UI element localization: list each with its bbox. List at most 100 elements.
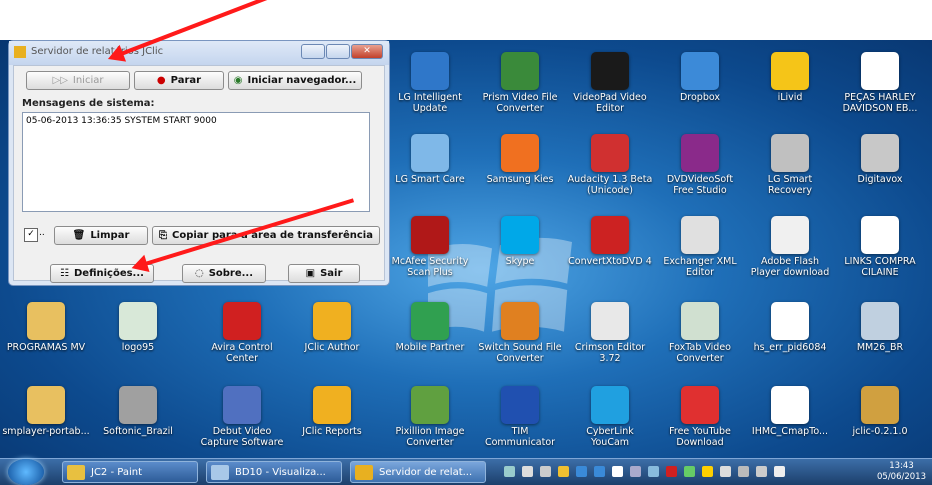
desktop-icon-label: logo95 [121,342,155,353]
tray-icon-speaker[interactable] [540,466,551,477]
desktop-icon[interactable]: Avira Control Center [196,298,288,364]
desktop-icon[interactable]: LG Smart Recovery [744,130,836,196]
app-icon [501,386,539,424]
desktop-icon[interactable]: hs_err_pid6084 [744,298,836,353]
desktop-icon[interactable]: Prism Video File Converter [474,48,566,114]
desktop-icon[interactable]: ConvertXtoDVD 4 [564,212,656,267]
exit-button[interactable]: ▣ Sair [288,264,360,283]
desktop-icon-label: ConvertXtoDVD 4 [568,256,652,267]
desktop-icon[interactable]: JClic Reports [286,382,378,437]
window-titlebar[interactable]: Servidor de relatórios JClic ✕ [9,41,389,65]
taskbar-item-jclic-server[interactable]: Servidor de relat... [350,461,486,483]
desktop-icon[interactable]: Adobe Flash Player download [744,212,836,278]
clock[interactable]: 13:43 05/06/2013 [877,461,926,483]
app-icon [223,386,261,424]
desktop-icon-label: MM26_BR [856,342,904,353]
tray-icon-lg[interactable] [648,466,659,477]
about-button[interactable]: ◌ Sobre... [182,264,266,283]
desktop-icon[interactable]: Samsung Kies [474,130,566,185]
maximize-button[interactable] [326,44,350,59]
desktop-icon[interactable]: JClic Author [286,298,378,353]
desktop-icon[interactable]: logo95 [92,298,184,353]
desktop-icon[interactable]: Softonic_Brazil [92,382,184,437]
messages-label: Mensagens de sistema: [22,98,155,109]
app-icon [681,386,719,424]
desktop-icon-label: IHMC_CmapTo... [751,426,829,437]
desktop-icon[interactable]: Mobile Partner [384,298,476,353]
desktop-icon[interactable]: VideoPad Video Editor [564,48,656,114]
desktop-icon[interactable]: DVDVideoSoft Free Studio [654,130,746,196]
desktop-icon[interactable]: Skype [474,212,566,267]
taskbar-item-paint[interactable]: JC2 - Paint [62,461,198,483]
close-button[interactable]: ✕ [351,44,383,59]
desktop-icon-label: Crimson Editor 3.72 [574,342,646,364]
desktop-icon-label: Free YouTube Download [669,426,731,448]
tray-icon-avira[interactable] [666,466,677,477]
desktop-icon[interactable]: Exchanger XML Editor [654,212,746,278]
tray-icon-flag[interactable] [720,466,731,477]
desktop-icon-label: Skype [505,256,535,267]
messages-area[interactable]: 05-06-2013 13:36:35 SYSTEM START 9000 [22,112,370,212]
tray-icon-signal[interactable] [738,466,749,477]
desktop-icon[interactable]: PEÇAS HARLEY DAVIDSON EB... [834,48,926,114]
desktop-icon[interactable]: Digitavox [834,130,926,185]
app-icon [313,302,351,340]
desktop-icon[interactable]: CyberLink YouCam [564,382,656,448]
message-line: 05-06-2013 13:36:35 SYSTEM START 9000 [26,116,217,126]
app-icon [411,216,449,254]
desktop-icon[interactable]: smplayer-portab... [0,382,92,437]
start-button[interactable]: ▷▷ Iniciar [26,71,130,90]
desktop-icon[interactable]: McAfee Security Scan Plus [384,212,476,278]
tray-icon-monitor[interactable] [576,466,587,477]
taskbar-item-viewer[interactable]: BD10 - Visualiza... [206,461,342,483]
tray-icon-network[interactable] [504,466,515,477]
desktop-icon[interactable]: Switch Sound File Converter [474,298,566,364]
speech-icon: ◌ [194,268,204,279]
desktop-icon[interactable]: TIM Communicator [474,382,566,448]
settings-icon: ☷ [60,268,69,279]
desktop-icon[interactable]: LINKS COMPRA CILAINE [834,212,926,278]
clear-button[interactable]: 🗑 Limpar [54,226,148,245]
tray-icon-update[interactable] [558,466,569,477]
desktop-icon-label: Pixillion Image Converter [395,426,465,448]
desktop-icon[interactable]: Debut Video Capture Software [196,382,288,448]
paint-icon [67,465,85,480]
desktop-icon-label: LG Intelligent Update [398,92,462,114]
desktop-icon[interactable]: Audacity 1.3 Beta (Unicode) [564,130,656,196]
desktop-icon[interactable]: Crimson Editor 3.72 [564,298,656,364]
autoscroll-checkbox[interactable]: ✓ [24,228,38,242]
desktop-icon[interactable]: Free YouTube Download [654,382,746,448]
tray-icon-display[interactable] [630,466,641,477]
app-icon [411,302,449,340]
minimize-button[interactable] [301,44,325,59]
app-icon [861,386,899,424]
desktop-icon[interactable]: iLivid [744,48,836,103]
desktop-icon-label: Digitavox [857,174,903,185]
desktop-icon[interactable]: LG Intelligent Update [384,48,476,114]
desktop-icon[interactable]: MM26_BR [834,298,926,353]
desktop-icon[interactable]: IHMC_CmapTo... [744,382,836,437]
start-browser-button[interactable]: ◉ Iniciar navegador... [228,71,362,90]
start-button-orb[interactable] [8,459,44,485]
desktop-icon[interactable]: PROGRAMAS MV [0,298,92,353]
tray-icon-shield[interactable] [612,466,623,477]
app-icon [591,302,629,340]
desktop-icon-label: smplayer-portab... [2,426,90,437]
tray-icon-mobile[interactable] [684,466,695,477]
app-icon [771,134,809,172]
desktop-icon-label: McAfee Security Scan Plus [391,256,469,278]
desktop-icon[interactable]: jclic-0.2.1.0 [834,382,926,437]
tray-icon-sound[interactable] [774,466,785,477]
desktop-icon[interactable]: FoxTab Video Converter [654,298,746,364]
desktop-icon[interactable]: Pixillion Image Converter [384,382,476,448]
app-icon [681,216,719,254]
tray-icon-alert[interactable] [702,466,713,477]
tray-icon-dropbox[interactable] [594,466,605,477]
desktop-icon[interactable]: LG Smart Care [384,130,476,185]
desktop-icon-label: iLivid [777,92,803,103]
stop-button[interactable]: ● Parar [134,71,224,90]
desktop-icon-label: PEÇAS HARLEY DAVIDSON EB... [842,92,918,114]
desktop-icon[interactable]: Dropbox [654,48,746,103]
tray-icon-power[interactable] [756,466,767,477]
tray-icon-volume[interactable] [522,466,533,477]
